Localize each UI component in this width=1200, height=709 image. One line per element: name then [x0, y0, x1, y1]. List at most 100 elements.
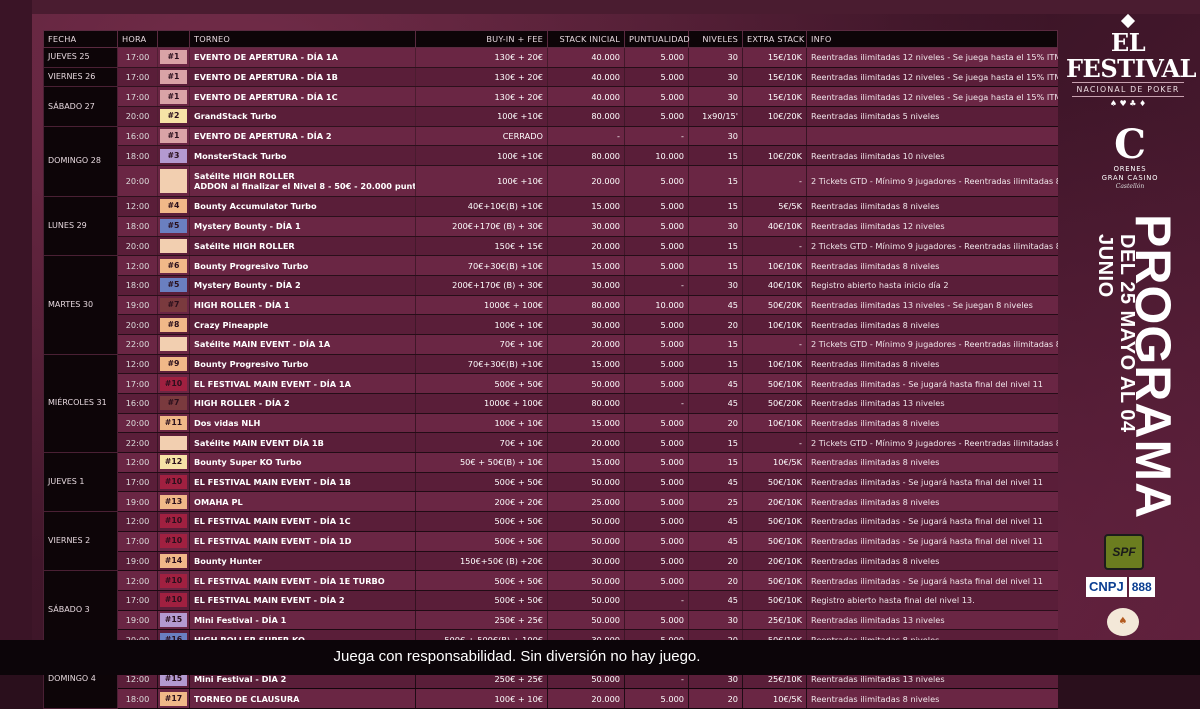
- tournament-name: EL FESTIVAL MAIN EVENT - DÍA 1C: [189, 511, 416, 532]
- stack-cell: 30.000: [547, 551, 625, 572]
- event-number-badge: #5: [160, 219, 187, 234]
- tournament-name: OMAHA PL: [189, 491, 416, 513]
- day-label: MARTES 30: [43, 255, 118, 355]
- table-row: 22:00 Satélite MAIN EVENT - DÍA 1A 70€ + 1…: [44, 334, 1058, 355]
- tournament-name: EVENTO DE APERTURA - DÍA 2: [189, 126, 416, 147]
- table-row: JUEVES 1 12:00 #12 Bounty Super KO Turbo 50€…: [43, 452, 1058, 513]
- time-cell: 18:00: [117, 216, 158, 237]
- extra-stack-cell: 5€/5K: [742, 196, 807, 217]
- puntualidad-cell: 5.000: [624, 472, 689, 493]
- event-number-cell: #14: [157, 551, 190, 572]
- time-cell: 17:00: [117, 67, 158, 88]
- stack-cell: 15.000: [547, 255, 625, 276]
- sponsor-badge-icon: ♠: [1107, 608, 1139, 636]
- tournament-name: Mystery Bounty - DÍA 1: [189, 216, 416, 237]
- stack-cell: 25.000: [547, 491, 625, 513]
- buyin-cell: 500€ + 50€: [415, 531, 548, 552]
- tournament-name: EL FESTIVAL MAIN EVENT - DÍA 1B: [189, 472, 416, 493]
- stack-cell: 80.000: [547, 145, 625, 167]
- tournament-name: EL FESTIVAL MAIN EVENT - DÍA 1D: [189, 531, 416, 552]
- info-cell: Reentradas ilimitadas 8 niveles: [806, 314, 1058, 335]
- tournament-title: EL FESTIVAL MAIN EVENT - DÍA 2: [194, 595, 345, 606]
- puntualidad-cell: -: [624, 393, 689, 414]
- table-header: FECHA HORA TORNEO BUY-IN + FEE STACK INI…: [43, 30, 1058, 48]
- buyin-cell: CERRADO: [415, 126, 548, 147]
- info-cell: Reentradas ilimitadas 12 niveles - Se ju…: [806, 67, 1058, 88]
- time-cell: 19:00: [117, 295, 158, 316]
- tournament-name: Dos vidas NLH: [189, 413, 416, 434]
- event-number-badge: #5: [160, 278, 187, 293]
- table-row: SÁBADO 27 17:00 #1 EVENTO DE APERTURA - DÍA…: [43, 86, 1058, 127]
- time-cell: 20:00: [117, 106, 158, 127]
- event-number-badge: [160, 435, 187, 450]
- 888-logo: 888: [1128, 577, 1155, 597]
- stack-cell: 15.000: [547, 196, 625, 217]
- table-row: DOMINGO 28 16:00 #1 EVENTO DE APERTURA - DÍ…: [43, 125, 1058, 198]
- tournament-name: Crazy Pineapple: [189, 314, 416, 335]
- buyin-cell: 130€ + 20€: [415, 47, 548, 68]
- time-cell: 12:00: [117, 511, 158, 532]
- extra-stack-cell: 50€/20K: [742, 295, 807, 316]
- stack-cell: 30.000: [547, 275, 625, 296]
- table-row: 20:00 Satélite HIGH ROLLER 150€ + 15€ 20.00…: [44, 236, 1058, 257]
- puntualidad-cell: 5.000: [624, 67, 689, 88]
- event-number-cell: #4: [157, 196, 190, 217]
- event-number-cell: #10: [157, 531, 190, 552]
- stack-cell: 20.000: [547, 236, 625, 257]
- extra-stack-cell: 50€/10K: [742, 590, 807, 611]
- niveles-cell: 30: [688, 126, 743, 147]
- table-row: 17:00 #10 EL FESTIVAL MAIN EVENT - DÍA 1A 5…: [44, 373, 1058, 394]
- extra-stack-cell: 50€/10K: [742, 570, 807, 591]
- niveles-cell: 30: [688, 67, 743, 88]
- event-number-badge: #10: [160, 534, 187, 549]
- schedule-table: FECHA HORA TORNEO BUY-IN + FEE STACK INI…: [43, 30, 1058, 709]
- puntualidad-cell: 5.000: [624, 531, 689, 552]
- stack-cell: 15.000: [547, 452, 625, 473]
- event-number-cell: #1: [157, 126, 190, 147]
- event-number-cell: #1: [157, 86, 190, 108]
- day-label: VIERNES 26: [43, 66, 118, 88]
- extra-stack-cell: 10€/5K: [742, 452, 807, 473]
- time-cell: 18:00: [117, 275, 158, 296]
- niveles-cell: 20: [688, 688, 743, 709]
- extra-stack-cell: -: [742, 432, 807, 454]
- puntualidad-cell: 5.000: [624, 570, 689, 591]
- niveles-cell: 15: [688, 334, 743, 355]
- tournament-title: EL FESTIVAL MAIN EVENT - DÍA 1E TURBO: [194, 575, 385, 586]
- table-row: 22:00 Satélite MAIN EVENT DÍA 1B 70€ + 10€…: [44, 432, 1058, 454]
- table-row: 18:00 #5 Mystery Bounty - DÍA 1 200€+170€ (…: [44, 216, 1058, 237]
- extra-stack-cell: 50€/10K: [742, 511, 807, 532]
- info-cell: Reentradas ilimitadas - Se jugará hasta …: [806, 570, 1058, 591]
- stack-cell: 40.000: [547, 67, 625, 88]
- extra-stack-cell: 10€/20K: [742, 106, 807, 127]
- buyin-cell: 500€ + 50€: [415, 511, 548, 532]
- buyin-cell: 200€+170€ (B) + 30€: [415, 216, 548, 237]
- tournament-name: Mystery Bounty - DÍA 2: [189, 275, 416, 296]
- event-number-badge: #12: [160, 455, 187, 470]
- tournament-title: Satélite MAIN EVENT - DÍA 1A: [194, 339, 331, 350]
- puntualidad-cell: 10.000: [624, 145, 689, 167]
- extra-stack-cell: 40€/10K: [742, 216, 807, 237]
- puntualidad-cell: 5.000: [624, 255, 689, 276]
- stack-cell: 15.000: [547, 354, 625, 375]
- event-number-cell: #7: [157, 295, 190, 316]
- niveles-cell: 1x90/15': [688, 106, 743, 127]
- tournament-name: EVENTO DE APERTURA - DÍA 1C: [189, 86, 416, 108]
- tournament-name: EL FESTIVAL MAIN EVENT - DÍA 1E TURBO: [189, 570, 416, 591]
- stack-cell: 50.000: [547, 590, 625, 611]
- buyin-cell: 100€ + 10€: [415, 413, 548, 434]
- buyin-cell: 1000€ + 100€: [415, 393, 548, 414]
- niveles-cell: 25: [688, 491, 743, 513]
- tournament-name: EL FESTIVAL MAIN EVENT - DÍA 1A: [189, 373, 416, 394]
- tournament-title: Crazy Pineapple: [194, 319, 269, 330]
- stack-cell: 80.000: [547, 393, 625, 414]
- stack-cell: 30.000: [547, 314, 625, 335]
- tournament-name: Satélite HIGH ROLLER: [189, 236, 416, 257]
- tournament-title: EL FESTIVAL MAIN EVENT - DÍA 1C: [194, 516, 351, 527]
- info-cell: Reentradas ilimitadas 8 niveles: [806, 413, 1058, 434]
- stack-cell: 50.000: [547, 511, 625, 532]
- table-row: MARTES 30 12:00 #6 Bounty Progresivo Turbo 7…: [43, 255, 1058, 355]
- extra-stack-cell: 10€/10K: [742, 354, 807, 375]
- table-row: 18:00 #17 TORNEO DE CLAUSURA 100€ + 10€ 20.0…: [44, 688, 1058, 709]
- tournament-name: HIGH ROLLER - DÍA 2: [189, 393, 416, 414]
